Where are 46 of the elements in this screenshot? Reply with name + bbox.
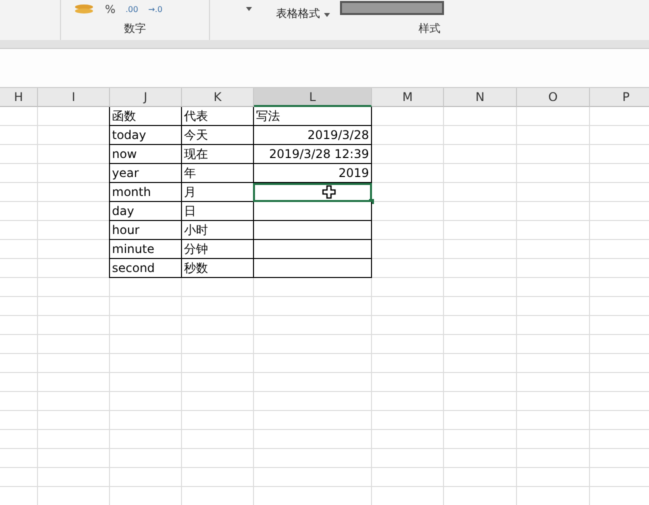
table-cell[interactable]: minute xyxy=(109,240,182,259)
table-cell[interactable] xyxy=(253,221,372,240)
table-cell[interactable]: second xyxy=(109,259,182,278)
table-cell[interactable] xyxy=(253,202,372,221)
cell-style-swatch[interactable] xyxy=(340,1,444,15)
caret-icon[interactable] xyxy=(246,7,252,11)
table-cell[interactable]: 现在 xyxy=(181,145,254,164)
column-header[interactable]: L xyxy=(254,88,372,107)
table-cell[interactable]: 2019 xyxy=(253,164,372,183)
cross-cursor-icon xyxy=(322,185,336,199)
table-format-button[interactable]: 表格格式 xyxy=(276,6,330,20)
column-header[interactable]: M xyxy=(372,88,444,107)
table-cell[interactable]: today xyxy=(109,126,182,145)
table-cell[interactable]: 秒数 xyxy=(181,259,254,278)
table-cell[interactable]: year xyxy=(109,164,182,183)
table-cell[interactable]: hour xyxy=(109,221,182,240)
percent-button[interactable]: % xyxy=(105,2,116,16)
group-label: 样式 xyxy=(418,21,442,37)
table-cell[interactable]: 今天 xyxy=(181,126,254,145)
table-cell[interactable]: 2019/3/28 12:39 xyxy=(253,145,372,164)
column-header[interactable]: H xyxy=(0,88,38,107)
table-cell[interactable]: 写法 xyxy=(253,107,372,126)
column-header[interactable]: O xyxy=(517,88,590,107)
table-cell[interactable]: 2019/3/28 xyxy=(253,126,372,145)
table-cell[interactable]: month xyxy=(109,183,182,202)
table-cell[interactable]: 年 xyxy=(181,164,254,183)
decimal-button[interactable]: →.0 xyxy=(148,4,163,14)
group-label: 数字 xyxy=(123,21,147,37)
table-cell[interactable] xyxy=(253,259,372,278)
table-cell[interactable]: 日 xyxy=(181,202,254,221)
table-cell[interactable]: 分钟 xyxy=(181,240,254,259)
caret-icon xyxy=(324,12,330,16)
table-cell[interactable]: 函数 xyxy=(109,107,182,126)
column-header[interactable]: I xyxy=(38,88,110,107)
column-header[interactable]: K xyxy=(182,88,254,107)
table-cell[interactable]: 小时 xyxy=(181,221,254,240)
column-header[interactable]: N xyxy=(444,88,517,107)
table-cell[interactable]: now xyxy=(109,145,182,164)
table-cell[interactable]: day xyxy=(109,202,182,221)
table-cell[interactable] xyxy=(253,183,372,202)
table-cell[interactable]: 代表 xyxy=(181,107,254,126)
table-cell[interactable]: 月 xyxy=(181,183,254,202)
table-cell[interactable] xyxy=(253,240,372,259)
column-header[interactable]: P xyxy=(590,88,649,107)
decimal-button[interactable]: .00 xyxy=(125,4,138,14)
column-header[interactable]: J xyxy=(110,88,182,107)
